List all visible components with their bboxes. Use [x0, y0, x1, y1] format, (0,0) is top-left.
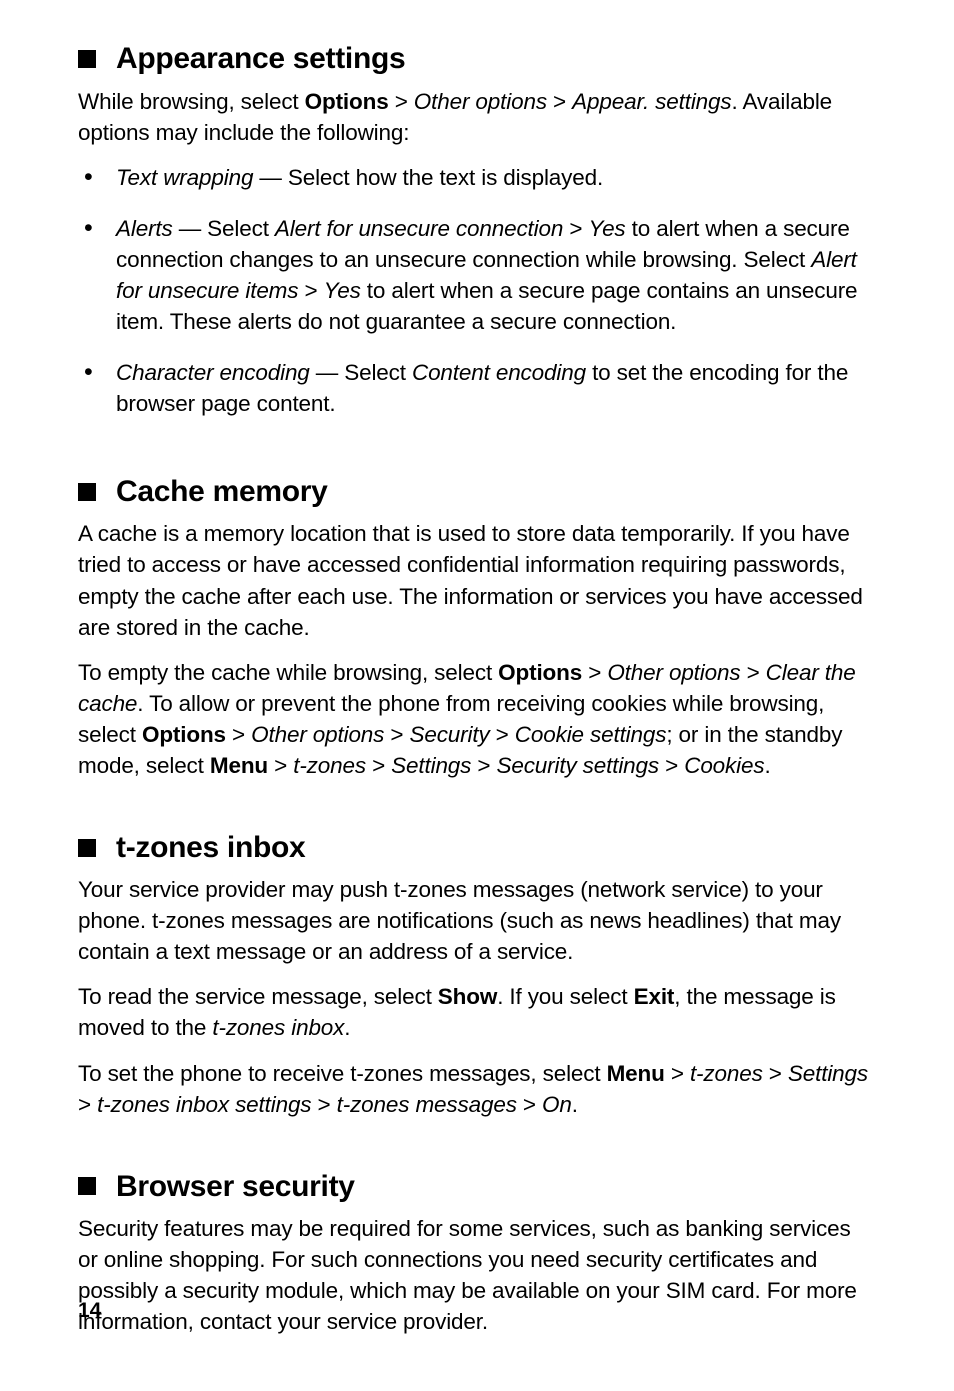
- text-italic: Content encoding: [412, 360, 586, 385]
- manual-page: Appearance settings While browsing, sele…: [0, 0, 954, 1391]
- text-italic: Alert for unsecure connection: [275, 216, 563, 241]
- text-italic: On: [542, 1092, 572, 1117]
- text-italic: t-zones: [293, 753, 366, 778]
- text: — Select: [310, 360, 412, 385]
- text-italic: Appear. settings: [572, 89, 731, 114]
- text-italic: t-zones inbox settings: [97, 1092, 311, 1117]
- heading-text: t-zones inbox: [116, 829, 305, 867]
- text-italic: Other options: [414, 89, 547, 114]
- security-p1: Security features may be required for so…: [78, 1213, 876, 1337]
- tzones-p3: To set the phone to receive t-zones mess…: [78, 1058, 876, 1120]
- text: >: [490, 722, 515, 747]
- text-italic: Text wrapping: [116, 165, 253, 190]
- text: .: [764, 753, 770, 778]
- text: .: [572, 1092, 578, 1117]
- text: — Select: [173, 216, 275, 241]
- text-italic: Cookie settings: [515, 722, 667, 747]
- text-italic: t-zones: [690, 1061, 763, 1086]
- text-bold: Options: [305, 89, 389, 114]
- cache-p1: A cache is a memory location that is use…: [78, 518, 876, 642]
- text-bold: Options: [142, 722, 226, 747]
- text: To empty the cache while browsing, selec…: [78, 660, 498, 685]
- text: >: [78, 1092, 97, 1117]
- appearance-list: Text wrapping — Select how the text is d…: [78, 162, 876, 419]
- text-bold: Menu: [607, 1061, 665, 1086]
- list-item: Alerts — Select Alert for unsecure conne…: [78, 213, 876, 337]
- text: — Select how the text is displayed.: [253, 165, 603, 190]
- text: To read the service message, select: [78, 984, 438, 1009]
- square-bullet-icon: [78, 483, 96, 501]
- cache-p2: To empty the cache while browsing, selec…: [78, 657, 876, 781]
- appearance-intro: While browsing, select Options > Other o…: [78, 86, 876, 148]
- text: >: [268, 753, 293, 778]
- text-bold: Show: [438, 984, 497, 1009]
- text: >: [226, 722, 251, 747]
- square-bullet-icon: [78, 1177, 96, 1195]
- text: >: [665, 1061, 690, 1086]
- text-bold: Options: [498, 660, 582, 685]
- tzones-p2: To read the service message, select Show…: [78, 981, 876, 1043]
- square-bullet-icon: [78, 50, 96, 68]
- text: >: [389, 89, 414, 114]
- page-number: 14: [78, 1299, 101, 1323]
- text: . If you select: [497, 984, 633, 1009]
- heading-tzones: t-zones inbox: [78, 829, 876, 867]
- text-italic: t-zones inbox: [212, 1015, 344, 1040]
- square-bullet-icon: [78, 839, 96, 857]
- text-italic: t-zones messages: [337, 1092, 517, 1117]
- list-item: Character encoding — Select Content enco…: [78, 357, 876, 419]
- heading-text: Cache memory: [116, 473, 328, 511]
- text-italic: Security: [409, 722, 489, 747]
- text-bold: Exit: [634, 984, 675, 1009]
- tzones-p1: Your service provider may push t-zones m…: [78, 874, 876, 967]
- text: >: [563, 216, 588, 241]
- text: >: [471, 753, 496, 778]
- text: >: [763, 1061, 788, 1086]
- text: >: [384, 722, 409, 747]
- text-italic: Settings: [788, 1061, 868, 1086]
- text-italic: Settings: [391, 753, 471, 778]
- text: >: [582, 660, 607, 685]
- text-italic: Security settings: [496, 753, 659, 778]
- text: >: [659, 753, 684, 778]
- text-italic: Other options: [251, 722, 384, 747]
- heading-appearance: Appearance settings: [78, 40, 876, 78]
- heading-cache: Cache memory: [78, 473, 876, 511]
- list-item: Text wrapping — Select how the text is d…: [78, 162, 876, 193]
- text: >: [366, 753, 391, 778]
- text: >: [298, 278, 323, 303]
- text: >: [547, 89, 572, 114]
- text: >: [517, 1092, 542, 1117]
- text: To set the phone to receive t-zones mess…: [78, 1061, 607, 1086]
- heading-security: Browser security: [78, 1168, 876, 1206]
- text-italic: Character encoding: [116, 360, 310, 385]
- text-bold: Menu: [210, 753, 268, 778]
- text-italic: Alerts: [116, 216, 173, 241]
- text: >: [740, 660, 765, 685]
- text: >: [311, 1092, 336, 1117]
- heading-text: Appearance settings: [116, 40, 405, 78]
- text: While browsing, select: [78, 89, 305, 114]
- text-italic: Yes: [588, 216, 625, 241]
- heading-text: Browser security: [116, 1168, 355, 1206]
- text-italic: Yes: [324, 278, 361, 303]
- text-italic: Other options: [607, 660, 740, 685]
- text: .: [344, 1015, 350, 1040]
- text-italic: Cookies: [684, 753, 764, 778]
